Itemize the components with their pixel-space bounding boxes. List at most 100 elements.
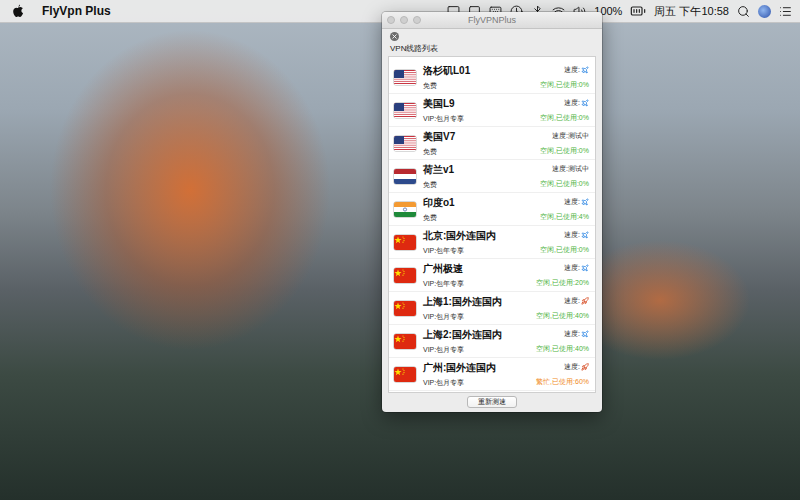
server-name: 广州极速 xyxy=(423,262,529,276)
app-menu[interactable]: FlyVpn Plus xyxy=(42,4,111,18)
server-status: 空闲,已使用:40% xyxy=(536,311,589,321)
notification-center-icon[interactable] xyxy=(779,5,792,18)
server-name: 美国L9 xyxy=(423,97,533,111)
flag-icon xyxy=(394,136,416,151)
server-stats: 速度:空闲,已使用:40% xyxy=(536,296,589,321)
window-footer: 重新测速 xyxy=(382,393,602,412)
server-name: 上海2:国外连国内 xyxy=(423,328,529,342)
server-info: 洛杉矶L01 免费 xyxy=(423,64,533,91)
server-row[interactable]: 印度o1免费 速度: 空闲,已使用:4% xyxy=(389,193,595,226)
server-status: 繁忙,已使用:60% xyxy=(536,377,589,387)
flag-icon xyxy=(394,367,416,382)
server-row[interactable]: 美国V7免费速度:测试中空闲,已使用:0% xyxy=(389,127,595,160)
server-info: 印度o1免费 xyxy=(423,196,533,223)
server-speed: 速度: xyxy=(564,65,589,75)
server-row[interactable]: 广州:国外连国内VIP:包月专享速度:繁忙,已使用:60% xyxy=(389,358,595,391)
retest-button[interactable]: 重新测速 xyxy=(467,396,517,408)
title-bar: FlyVPNPlus xyxy=(382,12,602,29)
server-speed: 速度:测试中 xyxy=(552,131,589,141)
server-plan: 免费 xyxy=(423,81,533,91)
server-stats: 速度:测试中空闲,已使用:0% xyxy=(540,164,589,189)
rocket-icon xyxy=(581,363,589,371)
rocket-icon xyxy=(581,297,589,305)
server-stats: 速度:测试中空闲,已使用:0% xyxy=(540,131,589,156)
server-plan: 免费 xyxy=(423,147,533,157)
menu-left: FlyVpn Plus xyxy=(12,4,111,18)
server-speed: 速度: xyxy=(564,197,589,207)
server-speed: 速度: xyxy=(564,329,589,339)
server-speed: 速度: xyxy=(564,230,589,240)
app-window: FlyVPNPlusVPN线路列表洛杉矶L01免费速度:空闲,已使用:0%美国L… xyxy=(382,12,602,412)
server-plan: VIP:包月专享 xyxy=(423,312,529,322)
server-row[interactable]: 洛杉矶L01 免费 速度: 空闲,已使用:0% xyxy=(389,61,595,94)
server-name: 荷兰v1 xyxy=(423,163,533,177)
server-info: 荷兰v1 免费 xyxy=(423,163,533,190)
server-stats: 速度: 空闲,已使用:0% xyxy=(540,65,589,90)
server-speed: 速度:测试中 xyxy=(552,164,589,174)
panel-title: VPN线路列表 xyxy=(390,43,594,54)
server-status: 空闲,已使用:4% xyxy=(540,212,589,222)
traffic-lights xyxy=(387,16,421,24)
server-name: 印度o1 xyxy=(423,196,533,210)
server-status: 空闲,已使用:0% xyxy=(540,113,589,123)
server-stats: 速度: 空闲,已使用:0% xyxy=(540,230,589,255)
flag-icon xyxy=(394,235,416,250)
server-row[interactable]: 上海1:国外连国内 VIP:包月专享速度:空闲,已使用:40% xyxy=(389,292,595,325)
server-plan: 免费 xyxy=(423,180,533,190)
panel-header: VPN线路列表 xyxy=(382,29,602,56)
flag-icon xyxy=(394,169,416,184)
server-name: 上海1:国外连国内 xyxy=(423,295,529,309)
server-plan: VIP:包月专享 xyxy=(423,378,529,388)
zoom-light[interactable] xyxy=(413,16,421,24)
server-status: 空闲,已使用:20% xyxy=(536,278,589,288)
server-row[interactable]: 美国L9 VIP:包月专享 速度: 空闲,已使用:0% xyxy=(389,94,595,127)
flag-icon xyxy=(394,334,416,349)
flag-icon xyxy=(394,268,416,283)
plane-icon xyxy=(581,264,589,272)
plane-icon xyxy=(581,198,589,206)
user-avatar-icon[interactable] xyxy=(758,5,771,18)
spotlight-icon[interactable] xyxy=(737,5,750,18)
server-stats: 速度: 繁忙,已使用:60% xyxy=(536,362,589,387)
server-row[interactable]: 广州极速VIP:包年专享 速度: 空闲,已使用:20% xyxy=(389,259,595,292)
server-status: 空闲,已使用:0% xyxy=(540,80,589,90)
server-plan: VIP:包月专享 xyxy=(423,114,533,124)
server-row[interactable]: 北京:国外连国内VIP:包年专享速度:空闲,已使用:0% xyxy=(389,226,595,259)
flag-icon xyxy=(394,202,416,217)
server-info: 美国V7 免费 xyxy=(423,130,533,157)
server-name: 北京:国外连国内 xyxy=(423,229,533,243)
server-name: 美国V7 xyxy=(423,130,533,144)
flag-icon xyxy=(394,103,416,118)
server-name: 洛杉矶L01 xyxy=(423,64,533,78)
close-light[interactable] xyxy=(387,16,395,24)
server-info: 美国L9 VIP:包月专享 xyxy=(423,97,533,124)
close-button[interactable] xyxy=(390,32,399,41)
server-plan: VIP:包月专享 xyxy=(423,345,529,355)
server-stats: 速度: 空闲,已使用:0% xyxy=(540,98,589,123)
server-status: 空闲,已使用:40% xyxy=(536,344,589,354)
server-stats: 速度: 空闲,已使用:20% xyxy=(536,263,589,288)
server-stats: 速度: 空闲,已使用:4% xyxy=(540,197,589,222)
flag-icon xyxy=(394,70,416,85)
server-info: 上海1:国外连国内 VIP:包月专享 xyxy=(423,295,529,322)
server-info: 广州极速VIP:包年专享 xyxy=(423,262,529,289)
server-status: 空闲,已使用:0% xyxy=(540,146,589,156)
server-row[interactable]: 上海2:国外连国内 VIP:包月专享 速度: 空闲,已使用:40% xyxy=(389,325,595,358)
server-status: 空闲,已使用:0% xyxy=(540,245,589,255)
battery-icon[interactable] xyxy=(630,3,646,19)
menu-clock[interactable]: 周五 下午10:58 xyxy=(654,4,729,19)
server-speed: 速度: xyxy=(564,98,589,108)
plane-icon xyxy=(581,330,589,338)
server-stats: 速度: 空闲,已使用:40% xyxy=(536,329,589,354)
window-title: FlyVPNPlus xyxy=(468,15,516,25)
plane-icon xyxy=(581,99,589,107)
plane-icon xyxy=(581,66,589,74)
server-speed: 速度: xyxy=(564,263,589,273)
apple-icon[interactable] xyxy=(12,4,24,18)
flag-icon xyxy=(394,301,416,316)
server-speed: 速度: xyxy=(564,362,589,372)
server-status: 空闲,已使用:0% xyxy=(540,179,589,189)
server-row[interactable]: 荷兰v1免费速度:测试中空闲,已使用:0% xyxy=(389,160,595,193)
desktop: FlyVpn Plus100%周五 下午10:58FlyVPNPlusVPN线路… xyxy=(0,0,800,500)
minimize-light[interactable] xyxy=(400,16,408,24)
